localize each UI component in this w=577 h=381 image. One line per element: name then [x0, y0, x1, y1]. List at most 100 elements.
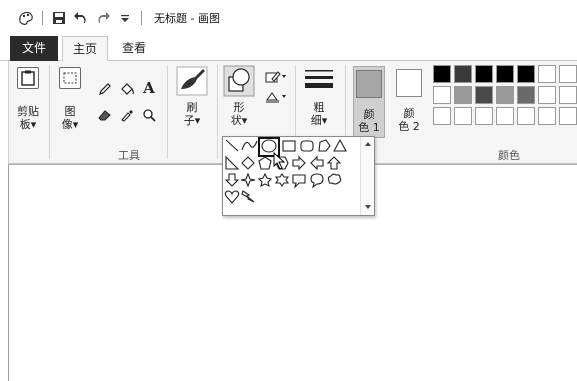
- color2-label-1: 颜: [403, 107, 415, 120]
- palette-swatch[interactable]: [475, 86, 493, 104]
- eraser-icon[interactable]: [97, 107, 113, 123]
- group-separator: [167, 65, 168, 159]
- brushes-label-2: 子▾: [183, 114, 201, 127]
- outline-icon[interactable]: [265, 69, 287, 85]
- scroll-arrows: [365, 142, 371, 209]
- shapes-gallery: [222, 136, 375, 216]
- palette-swatch[interactable]: [559, 107, 577, 125]
- palette-swatch[interactable]: [433, 86, 451, 104]
- triangle-shape-icon: [333, 138, 347, 152]
- palette-swatch[interactable]: [496, 86, 514, 104]
- pencil-icon[interactable]: [97, 81, 113, 97]
- shapes-gallery-grid: [224, 137, 347, 204]
- redo-icon[interactable]: [95, 10, 111, 26]
- select-icon: [59, 67, 81, 89]
- line-shape-icon: [225, 139, 239, 152]
- mouse-cursor-icon: [273, 152, 286, 170]
- color-picker-icon[interactable]: [119, 107, 135, 123]
- shapes-gallery-scrollbar[interactable]: [360, 137, 374, 215]
- rounded-rectangle-shape-icon: [300, 140, 314, 152]
- diamond-shape-icon: [241, 156, 255, 170]
- shapes-button[interactable]: 形 状▾: [223, 65, 255, 127]
- lightning-shape-icon: [241, 190, 255, 203]
- cloud-callout-shape-icon: [327, 173, 342, 185]
- color1-button[interactable]: 颜 色 1: [353, 66, 385, 138]
- palette-swatch[interactable]: [538, 107, 556, 125]
- palette-swatch[interactable]: [433, 65, 451, 83]
- palette-swatch[interactable]: [517, 107, 535, 125]
- separator: [141, 11, 142, 25]
- curve-shape-icon: [241, 140, 258, 151]
- clipboard-icon: [17, 67, 39, 89]
- palette-swatch[interactable]: [454, 107, 472, 125]
- palette-swatch[interactable]: [454, 65, 472, 83]
- palette-swatch[interactable]: [517, 86, 535, 104]
- text-tool-icon[interactable]: A: [141, 79, 157, 97]
- palette-swatch[interactable]: [517, 65, 535, 83]
- right-arrow-shape-icon: [292, 155, 306, 171]
- clipboard-button[interactable]: 剪贴 板▾: [17, 67, 39, 131]
- color2-label-2: 色 2: [398, 120, 420, 133]
- magnifier-icon[interactable]: [141, 107, 157, 123]
- image-button[interactable]: 图 像▾: [59, 67, 81, 131]
- tools-group-label: 工具: [118, 149, 140, 162]
- size-label-2: 细▾: [310, 114, 328, 127]
- separator: [42, 11, 43, 25]
- image-label-2: 像▾: [61, 118, 79, 131]
- fill-icon[interactable]: [119, 81, 135, 97]
- heart-shape-icon: [224, 190, 240, 204]
- tab-view[interactable]: 查看: [112, 36, 156, 61]
- palette-swatch[interactable]: [433, 107, 451, 125]
- oval-callout-shape-icon: [310, 173, 324, 189]
- palette-swatch[interactable]: [475, 107, 493, 125]
- palette-swatch[interactable]: [496, 65, 514, 83]
- color2-button[interactable]: 颜 色 2: [393, 66, 425, 138]
- color2-swatch: [396, 69, 422, 97]
- shapes-icon: [223, 65, 255, 97]
- down-arrow-shape-icon: [224, 173, 240, 187]
- up-arrow-shape-icon: [326, 156, 342, 170]
- rectangle-shape-icon: [282, 140, 296, 152]
- palette-swatch[interactable]: [538, 65, 556, 83]
- shapes-label-1: 形: [233, 101, 245, 114]
- clipboard-label-2: 板▾: [19, 118, 37, 131]
- size-button[interactable]: 粗 细▾: [303, 67, 335, 127]
- undo-icon[interactable]: [73, 10, 89, 26]
- four-point-star-shape-icon: [240, 172, 256, 188]
- palette-swatch[interactable]: [475, 65, 493, 83]
- size-label-1: 粗: [313, 101, 325, 114]
- palette-swatch[interactable]: [559, 65, 577, 83]
- palette-swatch[interactable]: [454, 86, 472, 104]
- palette-swatch[interactable]: [559, 86, 577, 104]
- group-separator: [217, 65, 218, 159]
- palette-swatch[interactable]: [496, 107, 514, 125]
- fill-style-icon[interactable]: [265, 89, 287, 105]
- window-title: 无标题 - 画图: [154, 12, 220, 25]
- paint-app-icon[interactable]: [18, 10, 34, 26]
- brushes-button[interactable]: 刷 子▾: [175, 65, 209, 127]
- brushes-label-1: 刷: [186, 101, 198, 114]
- title-bar: 无标题 - 画图: [0, 0, 577, 36]
- clipboard-label-1: 剪贴: [17, 105, 39, 118]
- left-arrow-shape-icon: [310, 155, 324, 171]
- color1-swatch: [356, 70, 382, 98]
- group-separator: [49, 65, 50, 159]
- save-icon[interactable]: [51, 10, 67, 26]
- ribbon-tab-bar: 文件 主页 查看: [0, 36, 577, 62]
- right-triangle-shape-icon: [225, 155, 240, 170]
- rounded-callout-shape-icon: [292, 174, 306, 189]
- color1-label-1: 颜: [363, 108, 375, 121]
- tab-home[interactable]: 主页: [62, 36, 108, 62]
- shapes-label-2: 状▾: [230, 114, 248, 127]
- six-point-star-shape-icon: [274, 173, 290, 187]
- tab-file[interactable]: 文件: [10, 36, 58, 61]
- line-size-icon: [305, 70, 333, 88]
- image-label-1: 图: [64, 105, 76, 118]
- customize-quick-access-icon[interactable]: [117, 10, 133, 26]
- palette-swatch[interactable]: [538, 86, 556, 104]
- color1-label-2: 色 1: [358, 121, 380, 134]
- brush-icon: [176, 66, 208, 96]
- pentagon-shape-icon: [258, 156, 272, 170]
- colors-group-label: 颜色: [498, 149, 520, 162]
- polygon-shape-icon: [318, 139, 331, 152]
